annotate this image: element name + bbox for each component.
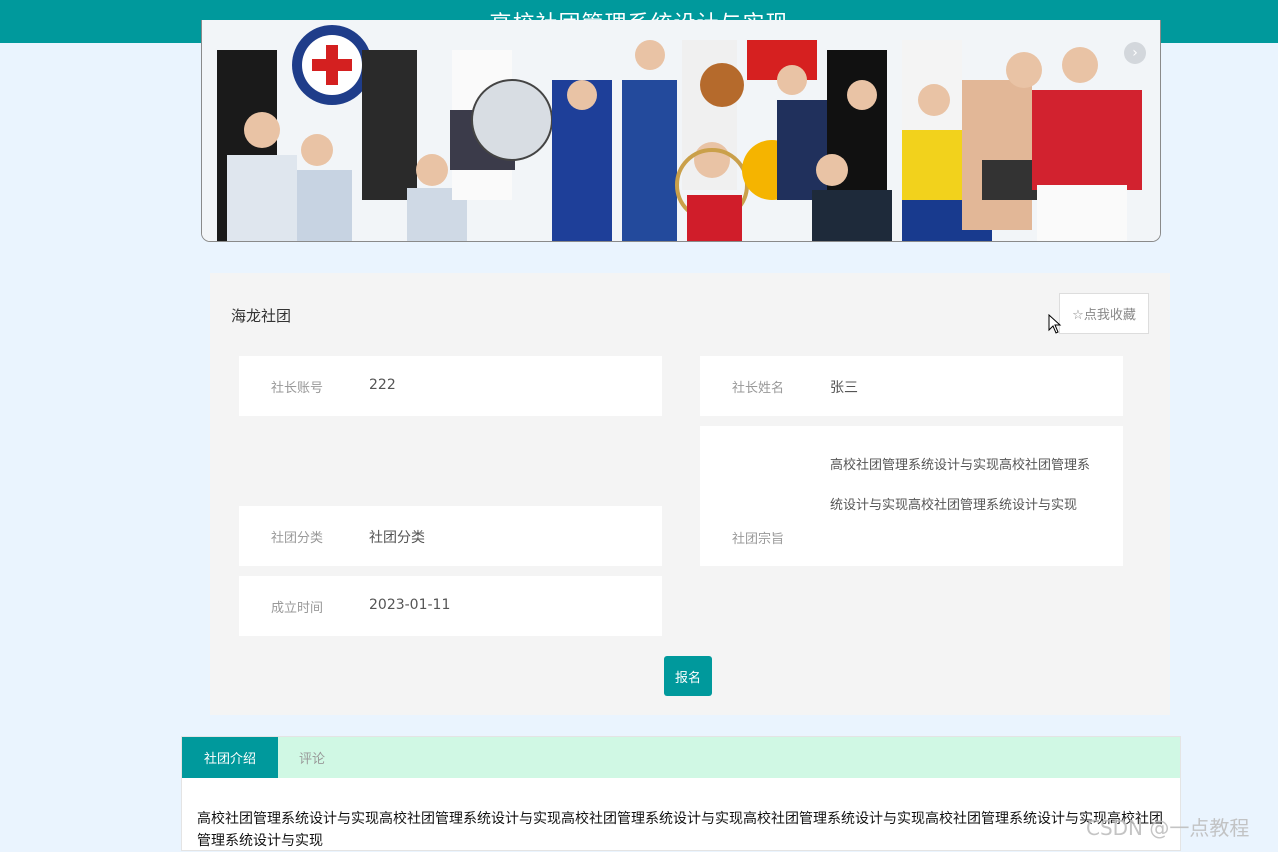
field-label: 社长姓名 — [732, 381, 785, 396]
field-value: 2023-01-11 — [369, 597, 451, 613]
banner-image — [202, 20, 1160, 241]
club-name: 海龙社团 — [231, 307, 292, 325]
field-value: 张三 — [830, 380, 858, 396]
field-purpose: 社团宗旨 高校社团管理系统设计与实现高校社团管理系统设计与实现高校社团管理系统设… — [700, 426, 1123, 566]
tab-bar: 社团介绍 评论 — [182, 737, 1180, 778]
banner-carousel[interactable]: › — [201, 20, 1161, 242]
field-leader-account: 社长账号 222 — [239, 356, 662, 416]
club-detail-card: 海龙社团 ☆点我收藏 社长账号 222 社长姓名 张三 社团宗旨 高校社团管理系… — [210, 273, 1170, 715]
tab-club-intro[interactable]: 社团介绍 — [182, 737, 278, 778]
field-founded: 成立时间 2023-01-11 — [239, 576, 662, 636]
field-label: 社团宗旨 — [732, 532, 785, 547]
signup-button[interactable]: 报名 — [664, 656, 712, 696]
mouse-cursor-icon — [1048, 314, 1062, 334]
watermark: CSDN @一点教程 — [1086, 816, 1250, 840]
favorite-button[interactable]: ☆点我收藏 — [1059, 293, 1149, 334]
field-label: 社团分类 — [271, 531, 324, 546]
field-category: 社团分类 社团分类 — [239, 506, 662, 566]
field-label: 社长账号 — [271, 381, 324, 396]
field-leader-name: 社长姓名 张三 — [700, 356, 1123, 416]
chevron-right-icon[interactable]: › — [1124, 42, 1146, 64]
field-value: 222 — [369, 377, 396, 393]
club-intro-text: 高校社团管理系统设计与实现高校社团管理系统设计与实现高校社团管理系统设计与实现高… — [197, 811, 1163, 849]
field-label: 成立时间 — [271, 601, 324, 616]
field-value: 社团分类 — [369, 530, 425, 546]
tab-comments[interactable]: 评论 — [278, 737, 346, 778]
field-value: 高校社团管理系统设计与实现高校社团管理系统设计与实现高校社团管理系统设计与实现 — [830, 458, 1091, 513]
